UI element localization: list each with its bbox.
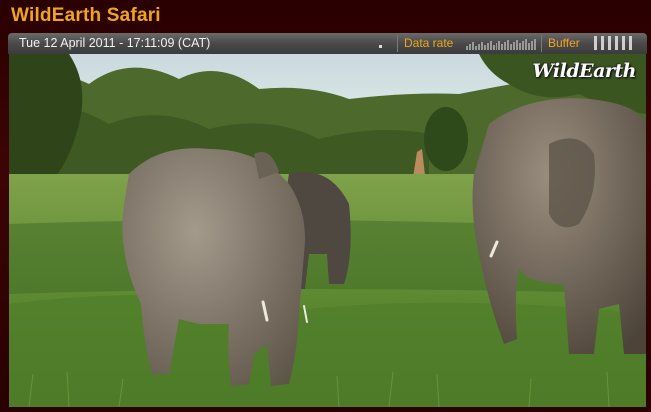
- data-rate-bar: [533, 39, 536, 50]
- app-frame: WildEarth Safari Tue 12 April 2011 - 17:…: [0, 0, 651, 412]
- data-rate-bar: [519, 43, 522, 50]
- data-rate-bar: [501, 44, 504, 50]
- data-rate-bar: [483, 45, 486, 50]
- buffer-bar: [594, 36, 597, 50]
- status-bar: Tue 12 April 2011 - 17:11:09 (CAT) Data …: [8, 33, 647, 54]
- data-rate-bar: [528, 43, 530, 50]
- data-rate-bar: [504, 42, 507, 50]
- buffer-bar: [615, 36, 618, 50]
- status-dot-icon: [379, 45, 382, 48]
- data-rate-bar: [477, 44, 480, 50]
- data-rate-bar: [489, 41, 492, 50]
- data-rate-bar: [510, 44, 513, 50]
- buffer-meter: [594, 36, 632, 50]
- buffer-bar: [601, 36, 604, 50]
- data-rate-bar: [530, 41, 533, 50]
- app-title: WildEarth Safari: [11, 5, 161, 26]
- data-rate-bar: [498, 41, 501, 50]
- data-rate-bar: [516, 40, 519, 50]
- data-rate-bar: [466, 46, 468, 50]
- data-rate-bar: [474, 46, 477, 50]
- data-rate-bar: [468, 44, 471, 50]
- buffer-bar: [622, 36, 625, 50]
- data-rate-bar: [471, 42, 474, 50]
- timestamp: Tue 12 April 2011 - 17:11:09 (CAT): [19, 36, 211, 50]
- video-player[interactable]: WildEarth: [9, 54, 646, 407]
- video-frame: [9, 54, 646, 407]
- wildearth-logo: WildEarth: [532, 60, 636, 82]
- data-rate-bar: [507, 40, 510, 50]
- buffer-bar: [608, 36, 611, 50]
- data-rate-bar: [525, 39, 528, 50]
- separator: [541, 35, 542, 52]
- data-rate-bar: [495, 43, 498, 50]
- data-rate-meter: [466, 38, 536, 50]
- data-rate-bar: [480, 42, 483, 50]
- data-rate-bar: [492, 45, 495, 50]
- data-rate-bar: [486, 43, 489, 50]
- data-rate-bar: [522, 41, 525, 50]
- buffer-bar: [629, 36, 632, 50]
- data-rate-label: Data rate: [404, 36, 454, 50]
- data-rate-bar: [513, 42, 516, 50]
- buffer-label: Buffer: [548, 36, 580, 50]
- separator: [397, 35, 398, 52]
